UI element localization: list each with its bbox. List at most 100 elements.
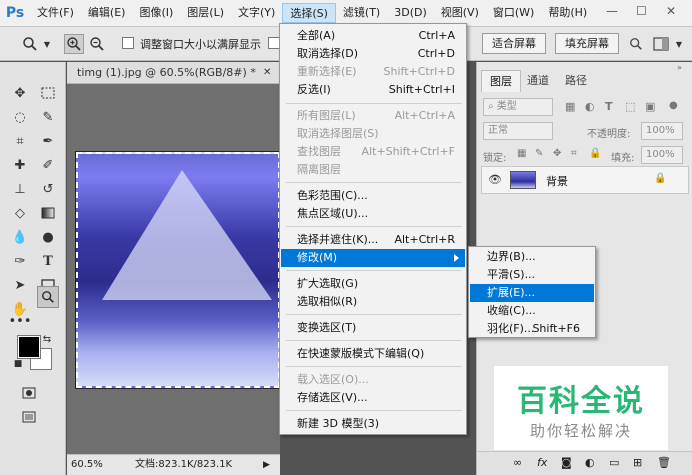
menu-type[interactable]: 文字(Y) <box>231 3 282 23</box>
tab-paths[interactable]: 路径 <box>557 70 595 92</box>
type-filter-icon[interactable]: T <box>605 100 613 113</box>
menu-item-modify[interactable]: 修改(M) <box>281 249 465 267</box>
lock-transparent-icon[interactable]: ▦ <box>517 148 526 159</box>
delete-layer-icon[interactable]: 🗑 <box>657 456 671 469</box>
menu-item-transform-selection[interactable]: 变换选区(T) <box>281 319 465 337</box>
menu-item-focus-area[interactable]: 焦点区域(U)... <box>281 205 465 223</box>
document-tab[interactable]: timg (1).jpg @ 60.5%(RGB/8#) * ✕ <box>67 62 280 84</box>
zoom-level[interactable]: 60.5% <box>71 455 103 475</box>
workspace-chevron-icon[interactable]: ▼ <box>673 34 685 54</box>
adjustment-filter-icon[interactable]: ◐ <box>585 100 595 113</box>
menu-item-reselect[interactable]: 重新选择(E) Shift+Ctrl+D <box>281 63 465 81</box>
minimize-icon[interactable]: — <box>606 4 618 18</box>
menu-item-color-range[interactable]: 色彩范围(C)... <box>281 187 465 205</box>
pixel-filter-icon[interactable]: ▦ <box>565 100 575 113</box>
type-tool-icon[interactable]: T <box>37 250 59 272</box>
zoom-tool-preset-icon[interactable] <box>20 34 40 54</box>
menu-image[interactable]: 图像(I) <box>132 3 180 23</box>
path-select-tool-icon[interactable]: ➤ <box>9 274 31 296</box>
add-mask-icon[interactable]: ◙ <box>561 456 572 469</box>
edit-toolbar-icon[interactable]: ••• <box>9 310 32 332</box>
menu-item-deselect-layers[interactable]: 取消选择图层(S) <box>281 125 465 143</box>
workspace-icon[interactable] <box>650 34 672 54</box>
menu-item-new-3d-model[interactable]: 新建 3D 模型(3) <box>281 415 465 433</box>
crop-tool-icon[interactable]: ⌗ <box>9 130 31 152</box>
eyedropper-tool-icon[interactable]: ✒ <box>37 130 59 152</box>
submenu-item-smooth[interactable]: 平滑(S)... <box>470 266 594 284</box>
visibility-eye-icon[interactable]: 👁 <box>488 173 502 186</box>
opacity-input[interactable]: 100% <box>641 122 683 140</box>
move-tool-icon[interactable]: ✥ <box>9 82 31 104</box>
maximize-icon[interactable]: ☐ <box>636 4 647 18</box>
lock-pixels-icon[interactable]: ✎ <box>535 148 543 159</box>
filter-kind-select[interactable]: ⌕ 类型 <box>483 98 553 116</box>
status-menu-icon[interactable]: ▶ <box>263 455 270 475</box>
zoom-out-icon[interactable] <box>87 34 107 54</box>
menu-select[interactable]: 选择(S) <box>282 3 336 23</box>
dodge-tool-icon[interactable]: ● <box>37 226 59 248</box>
menu-window[interactable]: 窗口(W) <box>486 3 541 23</box>
fit-screen-button[interactable]: 适合屏幕 <box>482 33 546 54</box>
history-brush-tool-icon[interactable]: ↺ <box>37 178 59 200</box>
layer-row-background[interactable]: 👁 背景 🔒 <box>481 166 689 194</box>
submenu-item-expand[interactable]: 扩展(E)... <box>470 284 594 302</box>
menu-item-load-selection[interactable]: 载入选区(O)... <box>281 371 465 389</box>
submenu-item-contract[interactable]: 收缩(C)... <box>470 302 594 320</box>
menu-file[interactable]: 文件(F) <box>30 3 81 23</box>
healing-brush-tool-icon[interactable]: ✚ <box>9 154 31 176</box>
menu-item-find-layers[interactable]: 查找图层 Alt+Shift+Ctrl+F <box>281 143 465 161</box>
menu-item-isolate-layers[interactable]: 隔离图层 <box>281 161 465 179</box>
blur-tool-icon[interactable]: 💧 <box>9 226 31 248</box>
menu-item-select-all[interactable]: 全部(A) Ctrl+A <box>281 27 465 45</box>
layer-style-icon[interactable]: fx <box>537 456 547 469</box>
document-image[interactable] <box>75 151 281 389</box>
clone-stamp-tool-icon[interactable]: ⊥ <box>9 178 31 200</box>
screen-mode-icon[interactable] <box>18 406 40 428</box>
zoom-in-icon[interactable] <box>64 34 84 54</box>
fill-screen-button[interactable]: 填充屏幕 <box>555 33 619 54</box>
menu-filter[interactable]: 滤镜(T) <box>336 3 387 23</box>
close-tab-icon[interactable]: ✕ <box>263 62 271 84</box>
swap-colors-icon[interactable]: ⇆ <box>40 332 54 346</box>
menu-item-inverse[interactable]: 反选(I) Shift+Ctrl+I <box>281 81 465 99</box>
new-group-icon[interactable]: ▭ <box>609 456 619 469</box>
menu-item-grow[interactable]: 扩大选取(G) <box>281 275 465 293</box>
zoom-tool-icon[interactable] <box>37 286 59 308</box>
submenu-item-feather[interactable]: 羽化(F)... Shift+F6 <box>470 320 594 338</box>
adjustment-layer-icon[interactable]: ◐ <box>585 456 595 469</box>
menu-edit[interactable]: 编辑(E) <box>81 3 133 23</box>
link-layers-icon[interactable]: ∞ <box>513 456 522 469</box>
menu-layer[interactable]: 图层(L) <box>180 3 231 23</box>
menu-item-select-and-mask[interactable]: 选择并遮住(K)... Alt+Ctrl+R <box>281 231 465 249</box>
default-colors-icon[interactable]: ■ <box>12 358 24 370</box>
new-layer-icon[interactable]: ⊞ <box>633 456 642 469</box>
lasso-tool-icon[interactable]: ◌ <box>9 106 31 128</box>
smart-object-filter-icon[interactable]: ▣ <box>645 100 655 113</box>
lock-artboard-icon[interactable]: ⌗ <box>571 148 577 159</box>
filter-toggle-icon[interactable]: ● <box>669 100 678 111</box>
brush-tool-icon[interactable]: ✐ <box>37 154 59 176</box>
menu-item-similar[interactable]: 选取相似(R) <box>281 293 465 311</box>
marquee-tool-icon[interactable] <box>37 82 59 104</box>
lock-position-icon[interactable]: ✥ <box>553 148 561 159</box>
eraser-tool-icon[interactable]: ◇ <box>9 202 31 224</box>
menu-help[interactable]: 帮助(H) <box>541 3 594 23</box>
search-icon[interactable] <box>626 34 646 54</box>
menu-item-all-layers[interactable]: 所有图层(L) Alt+Ctrl+A <box>281 107 465 125</box>
tab-layers[interactable]: 图层 <box>481 70 521 92</box>
shape-filter-icon[interactable]: ⬚ <box>625 100 635 113</box>
fill-input[interactable]: 100% <box>641 146 683 164</box>
collapse-panel-icon[interactable]: » <box>677 63 682 72</box>
gradient-tool-icon[interactable] <box>37 202 59 224</box>
tab-channels[interactable]: 通道 <box>519 70 557 92</box>
lock-all-icon[interactable]: 🔒 <box>589 148 601 159</box>
menu-item-save-selection[interactable]: 存储选区(V)... <box>281 389 465 407</box>
foreground-color-swatch[interactable] <box>17 335 41 359</box>
menu-3d[interactable]: 3D(D) <box>387 3 434 23</box>
menu-view[interactable]: 视图(V) <box>434 3 486 23</box>
resize-window-checkbox[interactable] <box>122 37 134 49</box>
close-window-icon[interactable]: ✕ <box>666 4 676 18</box>
quick-select-tool-icon[interactable]: ✎ <box>37 106 59 128</box>
menu-item-quick-mask[interactable]: 在快速蒙版模式下编辑(Q) <box>281 345 465 363</box>
menu-item-deselect[interactable]: 取消选择(D) Ctrl+D <box>281 45 465 63</box>
